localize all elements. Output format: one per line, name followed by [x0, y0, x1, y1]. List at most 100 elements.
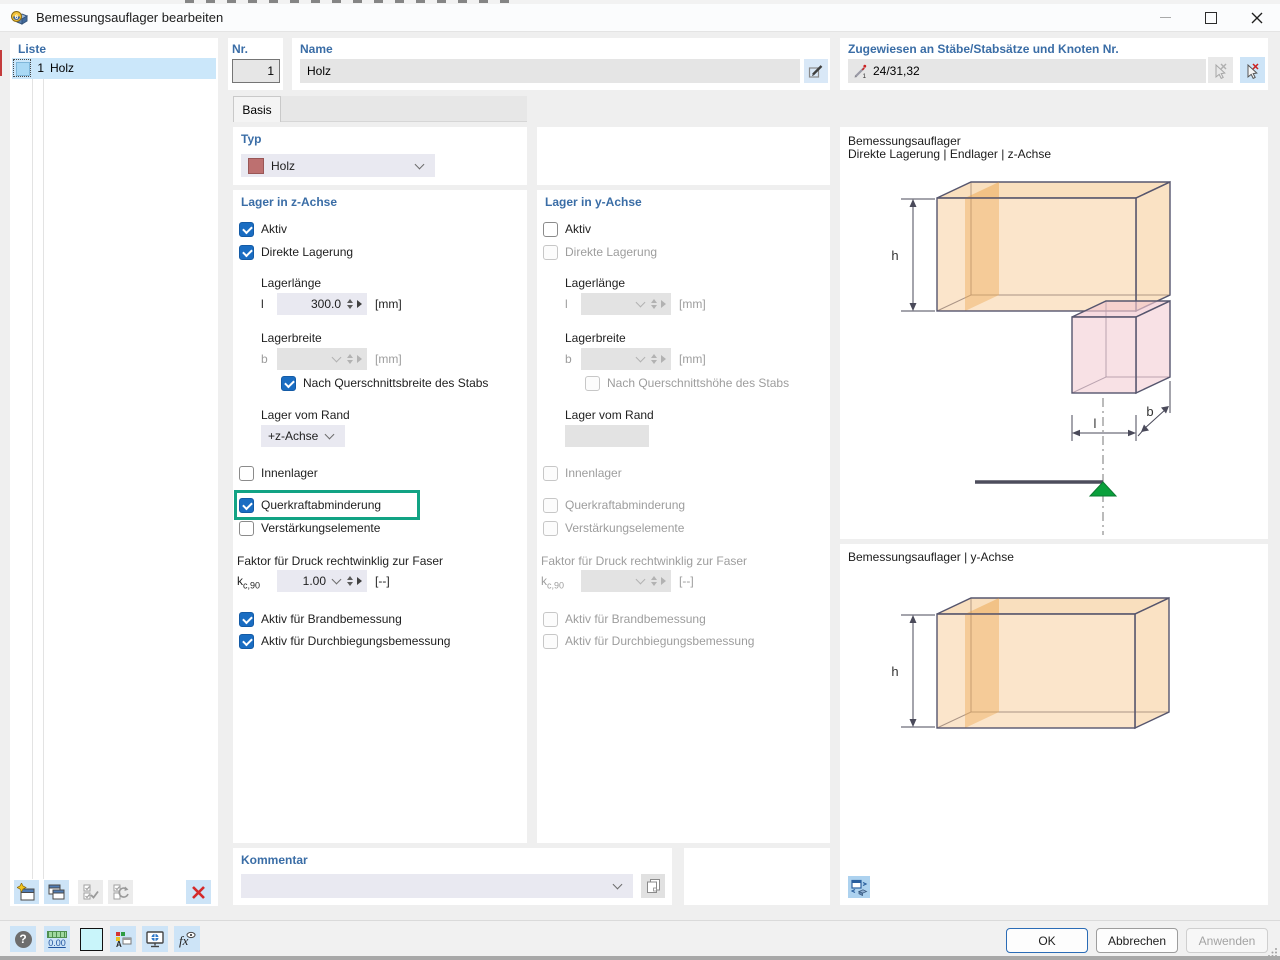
maximize-button[interactable] — [1188, 4, 1234, 31]
nach-querschnitt-z-checkbox[interactable] — [281, 376, 296, 391]
help-icon: ? — [15, 931, 32, 948]
kc90-z-input[interactable]: 1.00 — [277, 570, 367, 592]
spinner-icon[interactable] — [347, 299, 353, 310]
formula-button[interactable]: fx — [174, 926, 200, 952]
chevron-down-icon — [613, 880, 623, 890]
ok-button[interactable]: OK — [1006, 928, 1088, 953]
graphics-z-title-line1: Bemessungsauflager — [848, 134, 961, 148]
units-settings-button[interactable]: 0.00 — [44, 926, 70, 952]
remove-assignment-cursor-icon — [1244, 62, 1261, 79]
graphics-y-panel: Bemessungsauflager | y-Achse h — [840, 544, 1268, 905]
delete-item-button[interactable] — [186, 880, 211, 904]
spinner-icon — [651, 299, 657, 310]
help-button[interactable]: ? — [10, 926, 36, 952]
delete-item-icon — [191, 885, 206, 900]
sync-graphics-button[interactable] — [848, 876, 870, 898]
verstaerkung-y-row: Verstärkungselemente — [543, 520, 684, 536]
new-item-button[interactable] — [14, 880, 39, 904]
direkte-z-row: Direkte Lagerung — [239, 244, 353, 260]
support-y-diagram: h — [845, 558, 1263, 858]
copy-item-icon — [47, 883, 66, 902]
list-item[interactable]: 1 Holz — [12, 58, 216, 79]
window-bottom-edge — [0, 956, 1280, 960]
reset-checks-icon — [112, 883, 130, 901]
copy-comment-button[interactable] — [641, 874, 665, 898]
background-app-sliver — [0, 50, 2, 76]
durchbiegung-y-row: Aktiv für Durchbiegungsbemessung — [543, 633, 754, 649]
faktor-z-label: Faktor für Druck rechtwinklig zur Faser — [237, 554, 443, 568]
aktiv-y-checkbox[interactable] — [543, 222, 558, 237]
expand-arrow-icon — [357, 355, 362, 363]
display-properties-button[interactable]: A — [110, 926, 136, 952]
durchbiegung-y-checkbox — [543, 634, 558, 649]
innenlager-z-row: Innenlager — [239, 465, 318, 481]
minimize-button[interactable] — [1142, 4, 1188, 31]
innenlager-z-checkbox[interactable] — [239, 466, 254, 481]
reset-checks-button — [108, 880, 133, 904]
footer-bar: ? 0.00 A fx — [0, 920, 1280, 957]
name-panel: Name Holz — [292, 38, 830, 90]
cancel-button[interactable]: Abbrechen — [1096, 928, 1178, 953]
color-swatch — [16, 62, 30, 76]
svg-text:l: l — [1094, 416, 1097, 431]
querkraftabminderung-z-row: Querkraftabminderung — [239, 497, 381, 513]
typ-dropdown[interactable]: Holz — [241, 154, 435, 177]
support-y-title: Lager in y-Achse — [545, 195, 642, 209]
innenlager-y-row: Innenlager — [543, 465, 622, 481]
remove-assignment-button[interactable] — [1240, 57, 1265, 83]
svg-text:A: A — [116, 940, 122, 949]
close-icon — [1251, 12, 1263, 24]
support-z-diagram: h l b — [845, 155, 1263, 537]
comment-input[interactable] — [241, 874, 633, 898]
lagerbreite-y-input — [581, 348, 671, 370]
expand-arrow-icon[interactable] — [357, 300, 362, 308]
name-label: Name — [300, 42, 333, 56]
lager-vom-rand-z-dropdown[interactable]: +z-Achse — [261, 425, 345, 447]
nr-panel: Nr. 1 — [228, 38, 283, 90]
verstaerkung-z-checkbox[interactable] — [239, 521, 254, 536]
list-panel: Liste 1 Holz — [10, 38, 218, 906]
expand-arrow-icon[interactable] — [357, 577, 362, 585]
list-item-swatch-cell — [13, 59, 31, 77]
support-z-panel: Lager in z-Achse Aktiv Direkte Lagerung … — [233, 190, 527, 843]
lagerbreite-y-label: Lagerbreite — [565, 331, 626, 345]
kc90-y-input — [581, 570, 671, 592]
durchbiegung-z-checkbox[interactable] — [239, 634, 254, 649]
querkraftabminderung-z-checkbox[interactable] — [239, 498, 254, 513]
tab-basis[interactable]: Basis — [233, 96, 281, 122]
close-button[interactable] — [1234, 4, 1280, 31]
chevron-down-icon — [636, 298, 646, 308]
assigned-panel: Zugewiesen an Stäbe/Stabsätze und Knoten… — [840, 38, 1268, 90]
durchbiegung-z-row: Aktiv für Durchbiegungsbemessung — [239, 633, 450, 649]
spinner-icon[interactable] — [347, 576, 353, 587]
chevron-down-icon — [415, 159, 425, 169]
apply-button: Anwenden — [1186, 928, 1268, 953]
lagerbreite-z-label: Lagerbreite — [261, 331, 322, 345]
lager-vom-rand-z-label: Lager vom Rand — [261, 408, 350, 422]
assigned-field[interactable]: 1 24/31,32 — [848, 59, 1206, 83]
comment-panel: Kommentar — [233, 848, 672, 905]
rendering-settings-button[interactable] — [142, 926, 168, 952]
app-icon: 6 — [10, 8, 29, 27]
graphics-z-panel: Bemessungsauflager Direkte Lagerung | En… — [840, 127, 1268, 539]
window-title: Bemessungsauflager bearbeiten — [36, 10, 223, 25]
brand-z-checkbox[interactable] — [239, 612, 254, 627]
empty-panel-bottom — [684, 848, 830, 905]
name-input[interactable]: Holz — [300, 59, 800, 83]
check-all-button — [78, 880, 103, 904]
aktiv-z-checkbox[interactable] — [239, 222, 254, 237]
kc90-y-symbol: kc,90 — [541, 574, 564, 590]
color-swatch-button[interactable] — [80, 928, 103, 951]
lagerlaenge-y-input — [581, 293, 671, 315]
nach-querschnitt-y-row: Nach Querschnittshöhe des Stabs — [585, 375, 789, 391]
copy-item-button[interactable] — [44, 880, 69, 904]
innenlager-y-checkbox — [543, 466, 558, 481]
typ-panel: Typ Holz — [233, 127, 527, 185]
direkte-y-row: Direkte Lagerung — [543, 244, 657, 260]
lagerlaenge-z-input[interactable]: 300.0 — [277, 293, 367, 315]
direkte-y-checkbox — [543, 245, 558, 260]
expand-arrow-icon — [661, 577, 666, 585]
rename-button[interactable] — [804, 59, 828, 83]
nach-querschnitt-z-row: Nach Querschnittsbreite des Stabs — [281, 375, 488, 391]
direkte-z-checkbox[interactable] — [239, 245, 254, 260]
